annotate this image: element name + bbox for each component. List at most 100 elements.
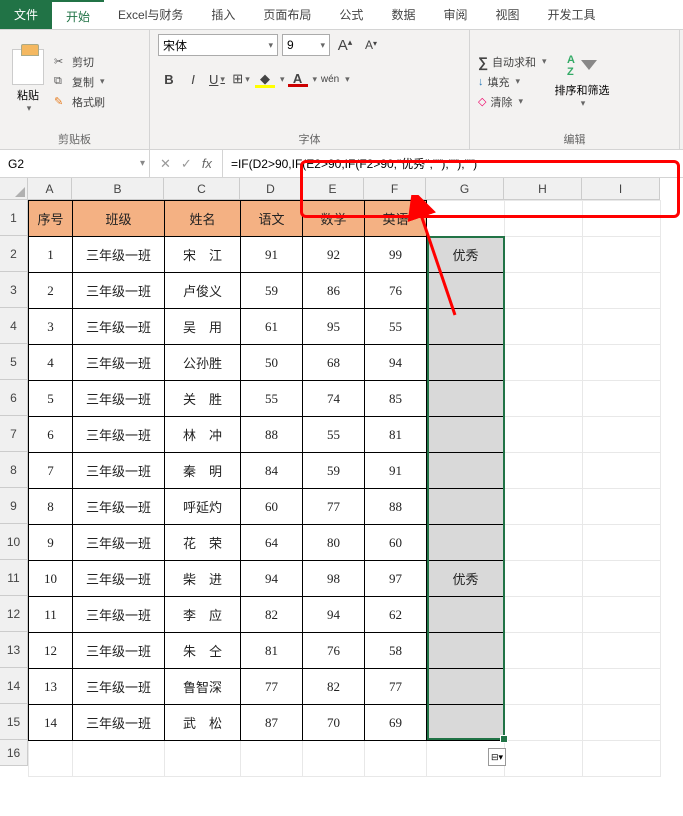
- cell[interactable]: 姓名: [165, 201, 241, 237]
- cell[interactable]: 卢俊义: [165, 273, 241, 309]
- col-header-G[interactable]: G: [426, 178, 504, 200]
- cell[interactable]: 64: [241, 525, 303, 561]
- cell[interactable]: [583, 669, 661, 705]
- col-header-D[interactable]: D: [240, 178, 302, 200]
- cell[interactable]: [505, 273, 583, 309]
- underline-button[interactable]: U▾: [206, 68, 228, 90]
- cell[interactable]: [505, 741, 583, 777]
- row-header[interactable]: 12: [0, 596, 28, 632]
- fill-color-button[interactable]: ◆: [254, 68, 276, 90]
- cell[interactable]: 三年级一班: [73, 345, 165, 381]
- cell[interactable]: [427, 381, 505, 417]
- autofill-options-button[interactable]: ⊟▾: [488, 748, 506, 766]
- font-name-select[interactable]: 宋体▾: [158, 34, 278, 56]
- cell[interactable]: 10: [29, 561, 73, 597]
- sort-filter-button[interactable]: AZ 排序和筛选 ▾: [551, 54, 614, 109]
- tab-data[interactable]: 数据: [377, 0, 429, 29]
- tab-review[interactable]: 审阅: [429, 0, 481, 29]
- cell[interactable]: 77: [241, 669, 303, 705]
- cell[interactable]: 序号: [29, 201, 73, 237]
- row-header[interactable]: 13: [0, 632, 28, 668]
- tab-formulas[interactable]: 公式: [325, 0, 377, 29]
- decrease-font-button[interactable]: A▾: [360, 34, 382, 56]
- cell[interactable]: 柴 进: [165, 561, 241, 597]
- fill-button[interactable]: ↓填充▾: [478, 72, 547, 92]
- cell[interactable]: 7: [29, 453, 73, 489]
- increase-font-button[interactable]: A▴: [334, 34, 356, 56]
- cell[interactable]: 58: [365, 633, 427, 669]
- cell[interactable]: [505, 417, 583, 453]
- cell[interactable]: [583, 525, 661, 561]
- cell[interactable]: [427, 453, 505, 489]
- row-header[interactable]: 8: [0, 452, 28, 488]
- cell[interactable]: 68: [303, 345, 365, 381]
- cell[interactable]: 59: [241, 273, 303, 309]
- cell[interactable]: [165, 741, 241, 777]
- row-header[interactable]: 4: [0, 308, 28, 344]
- cell[interactable]: [505, 201, 583, 237]
- cell[interactable]: 花 荣: [165, 525, 241, 561]
- cell[interactable]: 99: [365, 237, 427, 273]
- cell[interactable]: [583, 381, 661, 417]
- select-all-button[interactable]: [0, 178, 28, 200]
- cut-button[interactable]: ✂剪切: [52, 53, 107, 71]
- cell[interactable]: 三年级一班: [73, 417, 165, 453]
- cell[interactable]: 三年级一班: [73, 705, 165, 741]
- col-header-E[interactable]: E: [302, 178, 364, 200]
- row-header[interactable]: 14: [0, 668, 28, 704]
- row-header[interactable]: 1: [0, 200, 28, 236]
- cell[interactable]: 朱 仝: [165, 633, 241, 669]
- row-header[interactable]: 5: [0, 344, 28, 380]
- cell[interactable]: 61: [241, 309, 303, 345]
- col-header-A[interactable]: A: [28, 178, 72, 200]
- cell[interactable]: [241, 741, 303, 777]
- cell[interactable]: 74: [303, 381, 365, 417]
- cell[interactable]: 11: [29, 597, 73, 633]
- cell[interactable]: 91: [365, 453, 427, 489]
- cell[interactable]: [583, 345, 661, 381]
- cell[interactable]: [505, 597, 583, 633]
- cell[interactable]: 吴 用: [165, 309, 241, 345]
- tab-home[interactable]: 开始: [52, 0, 104, 29]
- cell[interactable]: 4: [29, 345, 73, 381]
- cell[interactable]: 85: [365, 381, 427, 417]
- row-header[interactable]: 9: [0, 488, 28, 524]
- cell[interactable]: 70: [303, 705, 365, 741]
- bold-button[interactable]: B: [158, 68, 180, 90]
- cell[interactable]: [427, 597, 505, 633]
- cell[interactable]: 13: [29, 669, 73, 705]
- format-painter-button[interactable]: ✎格式刷: [52, 93, 107, 111]
- cell[interactable]: [505, 453, 583, 489]
- cell[interactable]: 三年级一班: [73, 309, 165, 345]
- cell[interactable]: 三年级一班: [73, 489, 165, 525]
- cell[interactable]: 98: [303, 561, 365, 597]
- cell[interactable]: [365, 741, 427, 777]
- cell[interactable]: 班级: [73, 201, 165, 237]
- cell[interactable]: [583, 417, 661, 453]
- cell[interactable]: [505, 489, 583, 525]
- cell[interactable]: 76: [365, 273, 427, 309]
- cell[interactable]: 8: [29, 489, 73, 525]
- cell[interactable]: [505, 309, 583, 345]
- cell[interactable]: 武 松: [165, 705, 241, 741]
- cell[interactable]: 55: [241, 381, 303, 417]
- font-color-button[interactable]: A: [287, 68, 309, 90]
- cell[interactable]: [505, 381, 583, 417]
- cell[interactable]: 55: [303, 417, 365, 453]
- cell[interactable]: 50: [241, 345, 303, 381]
- row-header[interactable]: 6: [0, 380, 28, 416]
- tab-page-layout[interactable]: 页面布局: [249, 0, 325, 29]
- cell[interactable]: 林 冲: [165, 417, 241, 453]
- row-header[interactable]: 10: [0, 524, 28, 560]
- cell[interactable]: 三年级一班: [73, 525, 165, 561]
- autosum-button[interactable]: ∑自动求和▾: [478, 52, 547, 72]
- cell[interactable]: 97: [365, 561, 427, 597]
- cell[interactable]: 1: [29, 237, 73, 273]
- cell[interactable]: [583, 453, 661, 489]
- cell[interactable]: 三年级一班: [73, 633, 165, 669]
- cell[interactable]: 关 胜: [165, 381, 241, 417]
- cell[interactable]: [505, 345, 583, 381]
- cell[interactable]: 82: [241, 597, 303, 633]
- cell[interactable]: [583, 705, 661, 741]
- cell[interactable]: 91: [241, 237, 303, 273]
